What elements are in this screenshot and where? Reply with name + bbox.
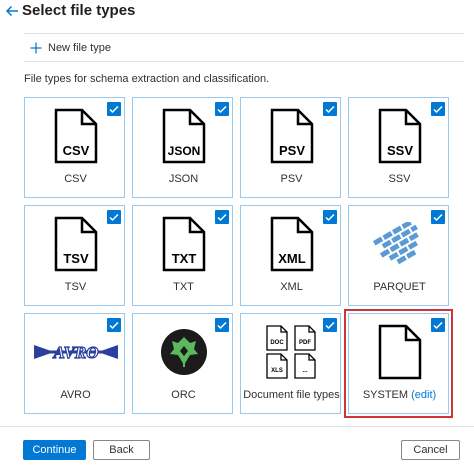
tile-label-text: SYSTEM <box>362 389 409 401</box>
tile-psv[interactable]: PSV PSV <box>240 97 341 198</box>
file-badge: XML <box>278 251 306 266</box>
tile-label: SSV <box>388 173 411 185</box>
tile-label: TXT <box>173 281 194 293</box>
file-icon: XML <box>241 214 342 274</box>
tile-system[interactable]: SYSTEM (edit) <box>344 309 453 418</box>
tile-label: TSV <box>64 281 87 293</box>
tile-orc[interactable]: ORC <box>132 313 233 414</box>
continue-button[interactable]: Continue <box>23 440 86 460</box>
tile-ssv[interactable]: SSV SSV <box>348 97 449 198</box>
more-badge: ... <box>302 368 307 374</box>
tile-label: ORC <box>171 389 196 401</box>
header: Select file types <box>0 0 474 26</box>
pdf-badge: PDF <box>299 340 311 346</box>
file-icon: SSV <box>349 106 450 166</box>
parquet-logo-icon <box>349 214 450 274</box>
file-icon: TXT <box>133 214 234 274</box>
plus-icon <box>30 42 42 54</box>
file-badge: PSV <box>278 143 304 158</box>
avro-logo-text: AVRO <box>52 343 98 362</box>
new-file-type-button[interactable]: New file type <box>30 39 111 57</box>
tile-xml[interactable]: XML XML <box>240 205 341 306</box>
tile-avro[interactable]: AVRO AVRO <box>24 313 125 414</box>
tile-parquet[interactable]: PARQUET <box>348 205 449 306</box>
tile-txt[interactable]: TXT TXT <box>132 205 233 306</box>
back-button[interactable]: Back <box>93 440 150 460</box>
description-text: File types for schema extraction and cla… <box>24 73 270 85</box>
arrow-left-icon[interactable] <box>4 3 20 19</box>
toolbar: New file type <box>24 33 464 62</box>
file-icon: JSON <box>133 106 234 166</box>
blank-file-icon <box>349 322 450 382</box>
file-icon: TSV <box>25 214 126 274</box>
tile-csv[interactable]: CSV CSV <box>24 97 125 198</box>
file-badge: CSV <box>62 143 89 158</box>
file-icon: CSV <box>25 106 126 166</box>
file-badge: SSV <box>386 143 412 158</box>
orc-logo-icon <box>133 322 234 382</box>
file-icon: PSV <box>241 106 342 166</box>
doc-badge: DOC <box>270 340 284 346</box>
tile-tsv[interactable]: TSV TSV <box>24 205 125 306</box>
tile-json[interactable]: JSON JSON <box>132 97 233 198</box>
edit-link[interactable]: (edit) <box>411 389 436 401</box>
tile-label: XML <box>280 281 303 293</box>
xls-badge: XLS <box>271 368 283 374</box>
tile-label: JSON <box>168 173 199 185</box>
tile-label: PSV <box>280 173 303 185</box>
tile-document-file-types[interactable]: DOC PDF XLS ... Document file types <box>240 313 341 414</box>
tile-label: PARQUET <box>373 281 426 293</box>
file-badge: TXT <box>171 251 196 266</box>
file-badge: TSV <box>63 251 89 266</box>
cancel-button[interactable]: Cancel <box>401 440 460 460</box>
tile-label: SYSTEM (edit) <box>349 389 450 401</box>
file-badge: JSON <box>167 144 200 158</box>
document-files-icon: DOC PDF XLS ... <box>241 322 342 382</box>
tile-label: Document file types <box>243 389 340 401</box>
footer: Continue Back Cancel <box>0 426 474 469</box>
page-title: Select file types <box>22 2 136 19</box>
tile-label: AVRO <box>60 389 91 401</box>
avro-logo-icon: AVRO <box>25 322 126 382</box>
tile-label: CSV <box>64 173 87 185</box>
new-file-type-label: New file type <box>48 42 111 54</box>
